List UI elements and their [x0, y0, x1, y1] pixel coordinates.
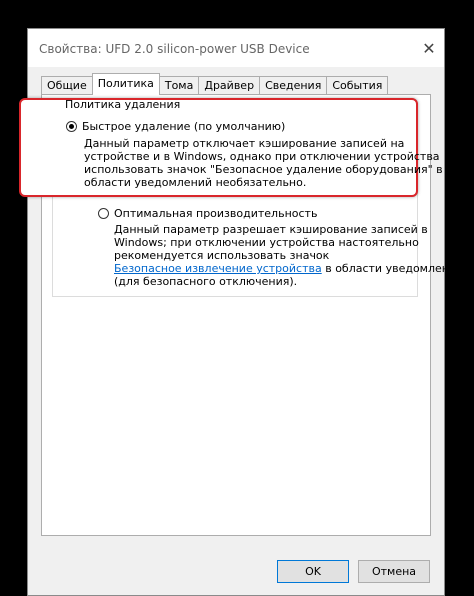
tab-general[interactable]: Общие — [41, 76, 93, 95]
title-bar: Свойства: UFD 2.0 silicon-power USB Devi… — [28, 29, 444, 67]
quick-removal-option[interactable]: Быстрое удаление (по умолчанию) — [66, 120, 285, 133]
optimal-desc-line: Данный параметр разрешает кэширование за… — [114, 223, 428, 236]
close-button[interactable]: ✕ — [414, 29, 444, 67]
optimal-desc-line: рекомендуется использовать значок — [114, 249, 330, 262]
cancel-button[interactable]: Отмена — [358, 560, 430, 583]
optimal-radio[interactable] — [98, 208, 109, 219]
optimal-desc-line: Windows; при отключении устройства насто… — [114, 236, 419, 249]
highlight-callout: Политика удаления Быстрое удаление (по у… — [19, 98, 443, 197]
tab-volumes[interactable]: Тома — [158, 76, 200, 95]
quick-desc-line: области уведомлений необязательно. — [84, 176, 307, 189]
optimal-desc-line: в области уведомлений — [321, 262, 464, 275]
quick-desc-line: устройстве и в Windows, однако при отклю… — [84, 150, 440, 163]
safe-removal-link[interactable]: Безопасное извлечение устройства — [114, 262, 322, 275]
group-title: Политика удаления — [65, 98, 181, 111]
tab-policy[interactable]: Политика — [91, 73, 160, 95]
tab-driver[interactable]: Драйвер — [198, 76, 261, 95]
optimal-desc-line: (для безопасного отключения). — [114, 275, 298, 288]
quick-desc-line: Данный параметр отключает кэширование за… — [84, 137, 405, 150]
optimal-label: Оптимальная производительность — [114, 207, 318, 220]
radio-selected-dot — [69, 124, 74, 129]
window-title: Свойства: UFD 2.0 silicon-power USB Devi… — [39, 42, 310, 56]
ok-button[interactable]: OK — [277, 560, 349, 583]
tab-events[interactable]: События — [326, 76, 389, 95]
quick-desc-line: использовать значок "Безопасное удаление… — [84, 163, 443, 176]
quick-label: Быстрое удаление (по умолчанию) — [82, 120, 286, 133]
optimal-description: Данный параметр разрешает кэширование за… — [114, 223, 463, 288]
tab-strip: Общие Политика Тома Драйвер Сведения Соб… — [41, 73, 389, 95]
optimal-desc-link-line: Безопасное извлечение устройства в облас… — [114, 262, 463, 275]
optimal-performance-option[interactable]: Оптимальная производительность — [98, 207, 317, 220]
quick-radio[interactable] — [66, 121, 77, 132]
tab-details[interactable]: Сведения — [259, 76, 328, 95]
quick-description: Данный параметр отключает кэширование за… — [84, 137, 443, 189]
